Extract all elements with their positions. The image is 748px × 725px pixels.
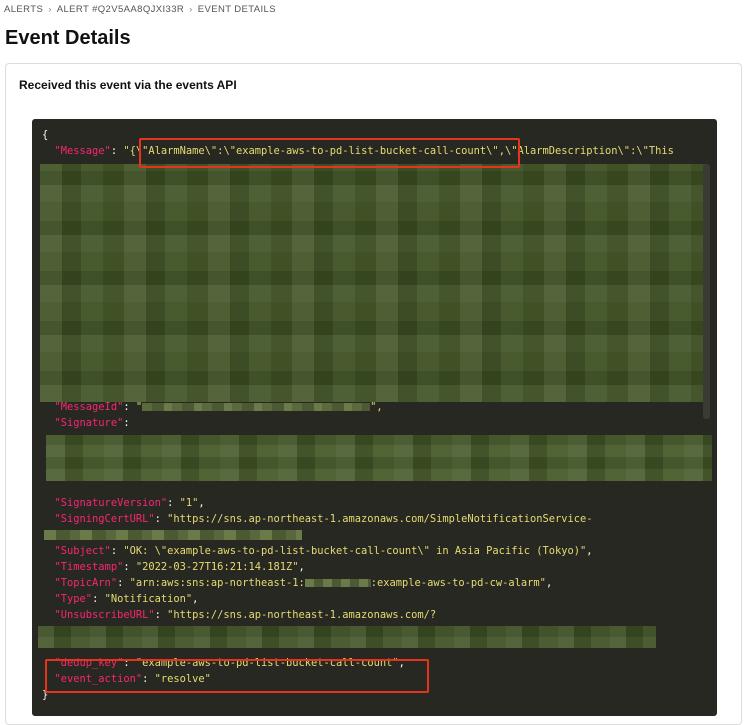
code-line: { <box>42 129 49 141</box>
alarm-name-annotation <box>139 138 520 168</box>
code-line-signature-version: "SignatureVersion": "1", <box>54 497 205 509</box>
code-line-type: "Type": "Notification", <box>54 593 199 605</box>
code-line-signature: "Signature": <box>54 417 130 429</box>
breadcrumb-alerts[interactable]: ALERTS <box>4 4 43 15</box>
breadcrumb-alert-id[interactable]: ALERT #Q2V5AA8QJXI33R <box>57 4 184 15</box>
code-line-signing-cert-url: "SigningCertURL": "https://sns.ap-northe… <box>54 513 593 525</box>
code-line-unsubscribe-url: "UnsubscribeURL": "https://sns.ap-northe… <box>54 609 437 621</box>
panel-heading: Received this event via the events API <box>19 78 237 92</box>
redacted-signing-cert-url <box>44 530 302 540</box>
redacted-message-id <box>142 403 371 411</box>
redacted-unsubscribe-url <box>38 626 656 648</box>
code-scrollbar[interactable] <box>703 164 710 419</box>
breadcrumb-separator: › <box>189 4 193 15</box>
breadcrumb-event-details: EVENT DETAILS <box>197 4 276 15</box>
redacted-account-id <box>304 579 371 587</box>
code-line-topic-arn: "TopicArn": "arn:aws:sns:ap-northeast-1:… <box>54 577 553 589</box>
redacted-signature <box>46 435 712 481</box>
event-json-code-block[interactable]: { "Message": "{\"AlarmName\":\"example-a… <box>32 119 717 716</box>
breadcrumb-separator: › <box>48 4 52 15</box>
breadcrumb: ALERTS › ALERT #Q2V5AA8QJXI33R › EVENT DETAI… <box>4 4 276 15</box>
code-line-subject: "Subject": "OK: \"example-aws-to-pd-list… <box>54 545 593 557</box>
code-line-timestamp: "Timestamp": "2022-03-27T16:21:14.181Z", <box>54 561 305 573</box>
redacted-message-body <box>40 164 706 402</box>
page-title: Event Details <box>5 27 131 49</box>
dedup-event-action-annotation <box>45 659 429 693</box>
